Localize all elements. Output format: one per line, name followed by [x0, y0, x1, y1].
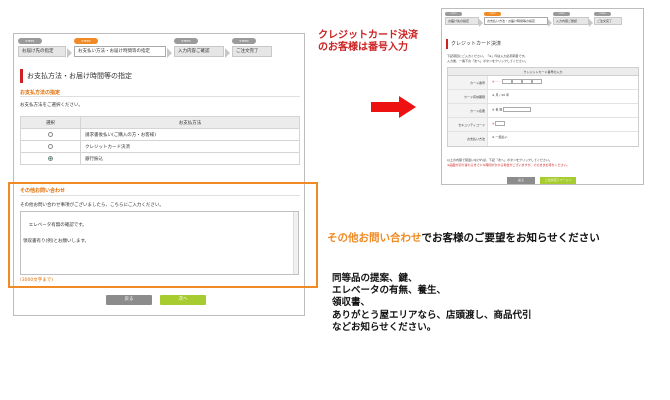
- complete-order-button[interactable]: ご注文完了ページへ: [540, 177, 576, 184]
- radio-invoice[interactable]: [48, 131, 53, 137]
- payment-type-select[interactable]: ※ 一括払い: [492, 135, 507, 139]
- step-3-tag: STEP3: [174, 38, 198, 44]
- intro-line-1: 下記項目にご入力ください。「※」印は入力必須項目です。: [447, 54, 528, 58]
- field-label: カード名義: [448, 104, 488, 117]
- form-row-expiry: カード有効期限 ※ 月 / 20 年: [448, 90, 638, 104]
- security-code-input[interactable]: ※: [492, 121, 506, 126]
- table-row[interactable]: 銀行振込: [20, 152, 300, 165]
- note-line: 同等品の提案、鍵、: [332, 273, 418, 284]
- form-row-card-name: カード名義 ※ 名 姓: [448, 104, 638, 118]
- right-screenshot: STEP1 お届け先の指定 STEP2 お支払い方法・お届け時間等の指定 STE…: [441, 8, 644, 185]
- step-4: STEP4 ご注文完了: [232, 38, 272, 57]
- step-arrow-icon: [479, 19, 483, 27]
- field-label: お支払い方法: [448, 132, 488, 146]
- credit-card-form: クレジットカード番号の入力 カード番号 ※ - - - カード有効期限 ※ 月 …: [447, 67, 639, 147]
- payment-method-table: 選択 お支払方法 請求書後払い(ご購入の方・お客様) クレジットカード決済 銀行…: [20, 116, 300, 165]
- page-title: お支払方法・お届け時間等の指定: [20, 69, 300, 83]
- step-3-tag: STEP3: [553, 12, 570, 16]
- radio-cell: [20, 152, 81, 165]
- step-arrow-icon: [548, 19, 552, 27]
- step-1-label: お届け先の指定: [445, 17, 479, 25]
- table-row[interactable]: 請求書後払い(ご購入の方・お客様): [20, 128, 300, 141]
- red-arrow-icon: [371, 96, 416, 118]
- inquiry-callout-highlight: その他お問い合わせ: [327, 232, 422, 244]
- radio-cell: [20, 128, 81, 141]
- payment-option-label: 請求書後払い(ご購入の方・お客様): [80, 128, 300, 141]
- step-4: STEP4 ご注文完了: [594, 12, 622, 25]
- step-arrow-icon: [589, 19, 593, 27]
- note-line: ありがとう屋エリアなら、店頭渡し、商品代引: [332, 309, 532, 321]
- note-line: 領収書、: [332, 297, 371, 309]
- step-2-label: お支払い方法・お届け時間等の指定: [484, 17, 548, 25]
- form-row-card-number: カード番号 ※ - - -: [448, 76, 638, 90]
- card-number-input[interactable]: ※ - - -: [492, 79, 542, 84]
- step-4-tag: STEP4: [594, 12, 611, 16]
- note-line-1: 以上の内容で間違いなければ、下記「次へ」ボタンをクリックしてください。: [447, 158, 552, 162]
- step-1-tag: STEP1: [445, 12, 462, 16]
- step-indicator: STEP1 お届け先の指定 STEP2 お支払い方法・お届け時間等の指定 STE…: [445, 12, 641, 28]
- payment-section-title: お支払方法の指定: [20, 90, 61, 96]
- expiry-select[interactable]: ※ 月 / 20 年: [492, 93, 509, 97]
- payment-instruction: お支払方法をご選択ください。: [20, 103, 83, 108]
- step-2-label: お支払い方法・お届け時間等の指定: [74, 46, 166, 57]
- form-header: クレジットカード番号の入力: [448, 68, 638, 76]
- table-header-select: 選択: [20, 116, 81, 129]
- form-row-security-code: セキュリティコード ※: [448, 118, 638, 132]
- field-label: セキュリティコード: [448, 118, 488, 131]
- step-arrow-icon: [67, 48, 72, 58]
- inquiry-callout-text: でお客様のご要望をお知らせください: [421, 232, 600, 244]
- next-button[interactable]: 次へ: [160, 295, 206, 305]
- form-row-payment-type: お支払い方法 ※ 一括払い: [448, 132, 638, 146]
- step-indicator: STEP1 お届け先の指定 STEP2 お支払い方法・お届け時間等の指定 STE…: [18, 38, 300, 60]
- step-1-label: お届け先の指定: [18, 46, 66, 57]
- notes-block: 同等品の提案、鍵、 エレベータの有無、養生、 領収書、 ありがとう屋エリアなら、…: [332, 273, 532, 334]
- intro-line-2: 入力後、一番下の「次へ」ボタンをクリックしてください。: [447, 59, 528, 63]
- credit-card-callout: クレジットカード決済 のお客様は番号入力: [318, 30, 418, 54]
- note-line: エレベータの有無、養生、: [332, 285, 447, 297]
- step-4-label: ご注文完了: [594, 17, 622, 25]
- step-3-label: 入力内容ご確認: [174, 46, 224, 57]
- step-2-tag: STEP2: [74, 38, 98, 44]
- step-arrow-icon: [225, 48, 230, 58]
- back-button[interactable]: 戻る: [507, 177, 535, 184]
- page-title: クレジットカード決済: [446, 39, 640, 49]
- payment-option-label: 銀行振込: [80, 152, 300, 165]
- back-button[interactable]: 戻る: [106, 295, 152, 305]
- section-divider: [20, 96, 300, 97]
- card-name-input[interactable]: ※ 名 姓: [492, 107, 532, 112]
- step-3: STEP3 入力内容ご確認: [174, 38, 230, 58]
- table-row[interactable]: クレジットカード決済: [20, 140, 300, 153]
- table-header-row: 選択 お支払方法: [20, 116, 300, 129]
- field-label: カード有効期限: [448, 90, 488, 103]
- payment-option-label: クレジットカード決済: [80, 140, 300, 153]
- radio-cell: [20, 140, 81, 153]
- step-1-tag: STEP1: [18, 38, 42, 44]
- callout-line-2: のお客様は番号入力: [318, 42, 408, 53]
- radio-credit-card[interactable]: [48, 143, 53, 149]
- step-1: STEP1 お届け先の指定: [18, 38, 72, 58]
- step-arrow-icon: [167, 48, 172, 58]
- step-3: STEP3 入力内容ご確認: [553, 12, 593, 27]
- table-header-method: お支払方法: [80, 116, 300, 129]
- step-4-tag: STEP4: [232, 38, 256, 44]
- step-1: STEP1 お届け先の指定: [445, 12, 483, 27]
- radio-bank-transfer[interactable]: [48, 155, 53, 161]
- step-2: STEP2 お支払い方法・お届け時間等の指定: [484, 12, 552, 27]
- step-3-label: 入力内容ご確認: [553, 17, 589, 25]
- field-label: カード番号: [448, 76, 488, 89]
- step-4-label: ご注文完了: [232, 46, 272, 57]
- note-line-2: ※画面が切り替わるまで少々時間がかかる場合がございますが、そのままお待ちください…: [447, 163, 570, 167]
- inquiry-callout: その他お問い合わせでお客様のご要望をお知らせください: [327, 230, 600, 245]
- callout-line-1: クレジットカード決済: [318, 30, 418, 41]
- note-line: などお知らせください。: [332, 321, 437, 333]
- highlight-inquiry-box: [8, 182, 318, 288]
- step-2-tag: STEP2: [484, 12, 501, 16]
- step-2: STEP2 お支払い方法・お届け時間等の指定: [74, 38, 172, 58]
